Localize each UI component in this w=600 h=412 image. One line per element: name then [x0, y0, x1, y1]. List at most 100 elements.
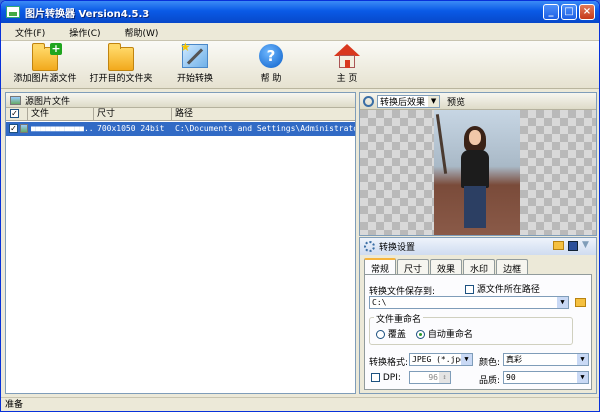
start-convert-button[interactable]: ★ 开始转换 — [155, 40, 235, 84]
select-all-checkbox[interactable]: ✓ — [10, 109, 19, 118]
tab-general[interactable]: 常规 — [364, 258, 397, 275]
dpi-option[interactable]: DPI: — [371, 373, 401, 383]
window-title: 图片转换器 Version4.5.3 — [25, 8, 150, 20]
preview-header: 转换后效果 ▼ 预览 — [360, 93, 596, 110]
source-path-checkbox[interactable] — [465, 285, 474, 294]
table-row[interactable]: ✓ ■■■■■■■■■■■... 700x1050 24bit C:\Docum… — [6, 122, 355, 136]
chevron-down-icon[interactable]: ▼ — [557, 297, 568, 308]
rename-group: 文件重命名 覆盖 自动重命名 — [369, 312, 573, 345]
column-size[interactable]: 尺寸 — [94, 108, 172, 120]
maximize-button[interactable]: □ — [561, 4, 577, 20]
menu-help[interactable]: 帮助(W) — [111, 23, 169, 40]
effect-select[interactable]: 转换后效果 ▼ — [377, 94, 441, 108]
column-file[interactable]: 文件 — [28, 108, 94, 120]
convert-settings-panel: 转换设置 ▼ 常规 尺寸 效果 水印 边框 转换文件保存到: 源文件所在路径 C… — [359, 237, 597, 394]
color-select[interactable]: 真彩 ▼ — [503, 353, 589, 366]
auto-rename-radio[interactable] — [416, 330, 425, 339]
save-path-input[interactable]: C:\ ▼ — [369, 296, 569, 309]
source-panel-title: 源图片文件 — [25, 96, 71, 107]
help-label: 帮 助 — [260, 74, 282, 84]
menu-file[interactable]: 文件(F) — [1, 23, 55, 40]
folder-icon — [108, 43, 134, 71]
open-target-button[interactable]: 打开目的文件夹 — [81, 43, 161, 84]
open-settings-icon[interactable] — [553, 241, 564, 250]
overwrite-option[interactable]: 覆盖 — [376, 327, 406, 340]
dpi-checkbox[interactable] — [371, 373, 380, 382]
save-settings-icon[interactable] — [568, 241, 578, 251]
source-path-option[interactable]: 源文件所在路径 — [465, 282, 540, 295]
source-panel-header: 源图片文件 — [6, 93, 355, 108]
rename-group-title: 文件重命名 — [374, 312, 424, 325]
image-icon — [10, 95, 21, 105]
source-file-panel: 源图片文件 ✓ 文件 尺寸 路径 ✓ ■■■■■■■■■■■... 700x10… — [5, 92, 356, 394]
help-button[interactable]: ? 帮 助 — [231, 44, 311, 84]
row-checkbox[interactable]: ✓ — [9, 124, 18, 133]
help-icon: ? — [259, 44, 283, 68]
chevron-down-icon[interactable]: ▼ — [461, 354, 472, 365]
auto-rename-label: 自动重命名 — [427, 330, 473, 340]
home-button[interactable]: 主 页 — [307, 44, 387, 84]
general-tab-body: 转换文件保存到: 源文件所在路径 C:\ ▼ 文件重命名 覆盖 自动重命名 转换… — [364, 274, 592, 390]
status-bar: 准备 — [1, 397, 599, 411]
preview-panel: 转换后效果 ▼ 预览 — [359, 92, 597, 236]
add-source-button[interactable]: + 添加图片源文件 — [5, 43, 85, 84]
source-path-label: 源文件所在路径 — [476, 285, 540, 295]
preview-image — [434, 110, 520, 235]
select-all-column[interactable]: ✓ — [6, 108, 28, 120]
file-table-header: ✓ 文件 尺寸 路径 — [6, 108, 355, 121]
status-text: 准备 — [5, 400, 24, 410]
overwrite-radio[interactable] — [376, 330, 385, 339]
color-value: 真彩 — [506, 355, 522, 364]
close-button[interactable]: × — [579, 4, 595, 20]
menu-operate[interactable]: 操作(C) — [55, 23, 110, 40]
home-label: 主 页 — [336, 74, 358, 84]
add-folder-icon: + — [32, 43, 62, 71]
menu-bar: 文件(F) 操作(C) 帮助(W) — [1, 23, 599, 41]
chevron-down-icon[interactable]: ▼ — [577, 354, 588, 365]
chevron-down-icon: ▼ — [428, 95, 440, 107]
auto-rename-option[interactable]: 自动重命名 — [416, 327, 473, 340]
gear-icon — [364, 241, 375, 252]
dpi-value: 96 — [428, 373, 438, 382]
row-file-name: ■■■■■■■■■■■... — [31, 124, 94, 133]
tab-watermark[interactable]: 水印 — [463, 259, 496, 275]
app-window: 图片转换器 Version4.5.3 _ □ × 文件(F) 操作(C) 帮助(… — [0, 0, 600, 412]
window-controls: _ □ × — [543, 4, 595, 20]
tab-size[interactable]: 尺寸 — [397, 259, 430, 275]
dpi-input[interactable]: 96 ↕ — [409, 371, 451, 384]
format-value: JPEG (*.jpg — [412, 355, 465, 364]
settings-header: 转换设置 ▼ — [360, 238, 596, 255]
toolbar: + 添加图片源文件 打开目的文件夹 ★ 开始转换 ? 帮 助 主 页 — [1, 40, 599, 89]
file-icon — [20, 124, 28, 133]
plus-icon: + — [50, 42, 62, 55]
preview-canvas — [360, 110, 596, 235]
format-select[interactable]: JPEG (*.jpg ▼ — [409, 353, 473, 366]
quality-value: 90 — [506, 373, 516, 382]
magic-wand-icon: ★ — [180, 40, 208, 68]
color-label: 颜色: — [479, 358, 501, 368]
row-size: 700x1050 24bit — [97, 124, 165, 133]
magnifier-icon — [363, 95, 374, 107]
column-path[interactable]: 路径 — [172, 108, 355, 120]
collapse-icon[interactable]: ▼ — [582, 241, 592, 251]
save-path-value: C:\ — [372, 298, 387, 307]
format-label: 转换格式: — [369, 358, 409, 368]
overwrite-label: 覆盖 — [387, 330, 406, 340]
tab-border[interactable]: 边框 — [496, 259, 529, 275]
preview-label: 预览 — [447, 97, 466, 108]
chevron-down-icon[interactable]: ▼ — [577, 372, 588, 383]
quality-label: 品质: — [479, 376, 501, 386]
effect-select-value: 转换后效果 — [380, 97, 426, 108]
row-path: C:\Documents and Settings\Administrator.… — [175, 124, 355, 133]
settings-title: 转换设置 — [379, 243, 416, 253]
settings-tabs: 常规 尺寸 效果 水印 边框 — [360, 255, 596, 275]
quality-select[interactable]: 90 ▼ — [503, 371, 589, 384]
dpi-spinner-icon[interactable]: ↕ — [439, 372, 450, 383]
home-icon — [334, 44, 360, 68]
app-icon — [6, 6, 20, 18]
title-bar[interactable]: 图片转换器 Version4.5.3 _ □ × — [1, 1, 599, 23]
minimize-button[interactable]: _ — [543, 4, 559, 20]
browse-folder-icon[interactable] — [575, 298, 586, 307]
dpi-label: DPI: — [382, 373, 401, 383]
tab-effect[interactable]: 效果 — [430, 259, 463, 275]
